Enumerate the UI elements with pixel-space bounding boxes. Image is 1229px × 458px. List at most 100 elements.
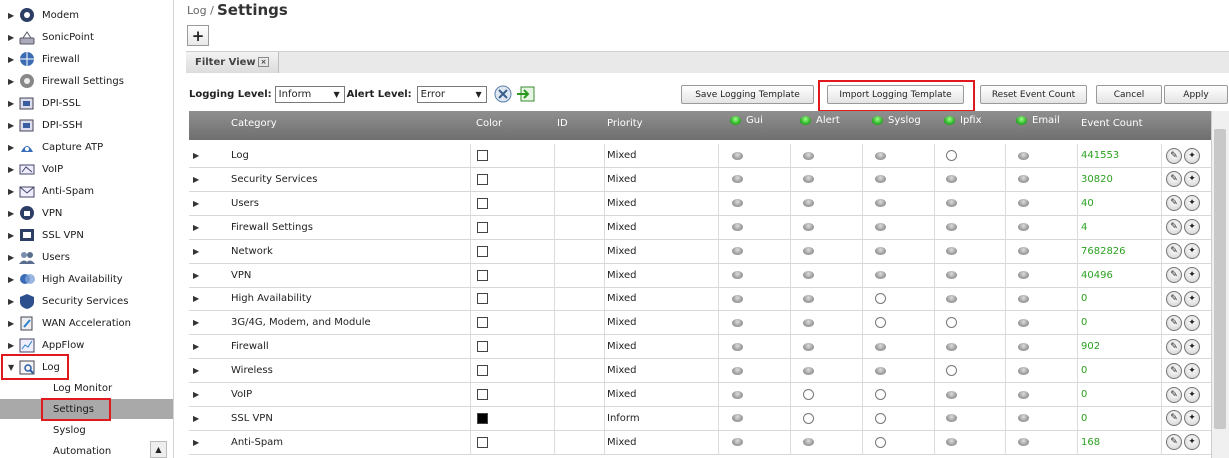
sidebar-item-security-services[interactable]: ▶ Security Services: [0, 290, 173, 312]
chevron-right-icon[interactable]: ▶: [8, 143, 16, 152]
gui-toggle[interactable]: [732, 216, 743, 239]
header-alert[interactable]: Alert: [800, 115, 840, 126]
color-cell[interactable]: [477, 311, 488, 334]
table-row[interactable]: ▶ Wireless Mixed 0 ✎ ✦: [189, 359, 1211, 384]
expand-row-icon[interactable]: ▶: [193, 383, 199, 406]
reset-icon[interactable]: ✦: [1184, 434, 1200, 451]
reset-icon[interactable]: ✦: [1184, 147, 1200, 164]
alert-toggle[interactable]: [803, 264, 814, 287]
ipfix-toggle[interactable]: [946, 311, 957, 334]
priority-cell[interactable]: Mixed: [607, 168, 637, 191]
ipfix-toggle[interactable]: [946, 287, 957, 310]
save-logging-template-button[interactable]: Save Logging Template: [681, 85, 814, 104]
table-row[interactable]: ▶ Anti-Spam Mixed 168 ✎ ✦: [189, 430, 1211, 455]
header-id[interactable]: ID: [557, 118, 568, 129]
table-row[interactable]: ▶ VPN Mixed 40496 ✎ ✦: [189, 263, 1211, 288]
alert-toggle[interactable]: [803, 431, 814, 454]
alert-toggle[interactable]: [803, 168, 814, 191]
color-cell[interactable]: [477, 240, 488, 263]
priority-cell[interactable]: Mixed: [607, 216, 637, 239]
color-cell[interactable]: [477, 431, 488, 454]
sidebar-item-capture-atp[interactable]: ▶ Capture ATP: [0, 136, 173, 158]
email-toggle[interactable]: [1018, 335, 1029, 358]
reset-icon[interactable]: ✦: [1184, 410, 1200, 427]
priority-cell[interactable]: Mixed: [607, 287, 637, 310]
ipfix-toggle[interactable]: [946, 144, 957, 167]
syslog-toggle[interactable]: [875, 335, 886, 358]
chevron-right-icon[interactable]: ▶: [8, 55, 16, 64]
color-cell[interactable]: [477, 383, 488, 406]
edit-icon[interactable]: ✎: [1166, 410, 1182, 427]
chevron-right-icon[interactable]: ▶: [8, 297, 16, 306]
sidebar-subitem-log-monitor[interactable]: Log Monitor: [0, 378, 173, 398]
alert-toggle[interactable]: [803, 192, 814, 215]
alert-toggle[interactable]: [803, 144, 814, 167]
sidebar-item-sonicpoint[interactable]: ▶ SonicPoint: [0, 26, 173, 48]
expand-row-icon[interactable]: ▶: [193, 216, 199, 239]
scrollbar-thumb[interactable]: [1214, 129, 1226, 429]
header-ipfix[interactable]: Ipfix: [944, 115, 982, 126]
chevron-right-icon[interactable]: ▶: [8, 319, 16, 328]
chevron-right-icon[interactable]: ▶: [8, 253, 16, 262]
close-icon[interactable]: ×: [258, 57, 269, 67]
chevron-right-icon[interactable]: ▶: [8, 121, 16, 130]
color-cell[interactable]: [477, 407, 488, 430]
alert-level-select[interactable]: Error ▼: [416, 85, 487, 103]
priority-cell[interactable]: Mixed: [607, 144, 637, 167]
reset-icon[interactable]: ✦: [1184, 243, 1200, 260]
email-toggle[interactable]: [1018, 216, 1029, 239]
color-swatch[interactable]: [477, 245, 488, 257]
expand-row-icon[interactable]: ▶: [193, 431, 199, 454]
syslog-toggle[interactable]: [875, 311, 886, 334]
ipfix-toggle[interactable]: [946, 335, 957, 358]
reset-event-count-button[interactable]: Reset Event Count: [980, 85, 1087, 104]
color-swatch[interactable]: [477, 150, 488, 161]
gui-toggle[interactable]: [732, 168, 743, 191]
cancel-button[interactable]: Cancel: [1096, 85, 1162, 104]
color-swatch[interactable]: [477, 221, 488, 233]
alert-toggle[interactable]: [803, 383, 814, 406]
priority-cell[interactable]: Mixed: [607, 192, 637, 215]
priority-cell[interactable]: Mixed: [607, 359, 637, 382]
ipfix-toggle[interactable]: [946, 168, 957, 191]
syslog-toggle[interactable]: [875, 216, 886, 239]
edit-icon[interactable]: ✎: [1166, 314, 1182, 331]
table-row[interactable]: ▶ High Availability Mixed 0 ✎ ✦: [189, 287, 1211, 312]
ipfix-toggle[interactable]: [946, 192, 957, 215]
edit-icon[interactable]: ✎: [1166, 171, 1182, 188]
edit-icon[interactable]: ✎: [1166, 243, 1182, 260]
gui-toggle[interactable]: [732, 407, 743, 430]
sidebar-item-wan-acceleration[interactable]: ▶ WAN Acceleration: [0, 312, 173, 334]
gui-toggle[interactable]: [732, 192, 743, 215]
chevron-right-icon[interactable]: ▶: [8, 33, 16, 42]
expand-row-icon[interactable]: ▶: [193, 407, 199, 430]
chevron-right-icon[interactable]: ▶: [8, 209, 16, 218]
chevron-right-icon[interactable]: ▶: [8, 231, 16, 240]
edit-icon[interactable]: ✎: [1166, 338, 1182, 355]
sidebar-item-firewall-settings[interactable]: ▶ Firewall Settings: [0, 70, 173, 92]
reset-icon[interactable]: ✦: [1184, 195, 1200, 212]
gui-toggle[interactable]: [732, 359, 743, 382]
export-icon[interactable]: [516, 84, 536, 104]
gui-toggle[interactable]: [732, 383, 743, 406]
color-swatch[interactable]: [477, 269, 488, 281]
table-row[interactable]: ▶ SSL VPN Inform 0 ✎ ✦: [189, 406, 1211, 431]
edit-icon[interactable]: ✎: [1166, 386, 1182, 403]
chevron-right-icon[interactable]: ▶: [8, 341, 16, 350]
alert-toggle[interactable]: [803, 216, 814, 239]
color-cell[interactable]: [477, 359, 488, 382]
sidebar-item-anti-spam[interactable]: ▶ Anti-Spam: [0, 180, 173, 202]
reset-icon[interactable]: ✦: [1184, 338, 1200, 355]
gui-toggle[interactable]: [732, 264, 743, 287]
ipfix-toggle[interactable]: [946, 216, 957, 239]
email-toggle[interactable]: [1018, 383, 1029, 406]
alert-toggle[interactable]: [803, 359, 814, 382]
syslog-toggle[interactable]: [875, 431, 886, 454]
header-color[interactable]: Color: [476, 118, 502, 129]
edit-icon[interactable]: ✎: [1166, 267, 1182, 283]
edit-icon[interactable]: ✎: [1166, 434, 1182, 451]
alert-toggle[interactable]: [803, 240, 814, 263]
chevron-right-icon[interactable]: ▶: [8, 11, 16, 20]
edit-icon[interactable]: ✎: [1166, 219, 1182, 236]
chevron-right-icon[interactable]: ▶: [8, 275, 16, 284]
